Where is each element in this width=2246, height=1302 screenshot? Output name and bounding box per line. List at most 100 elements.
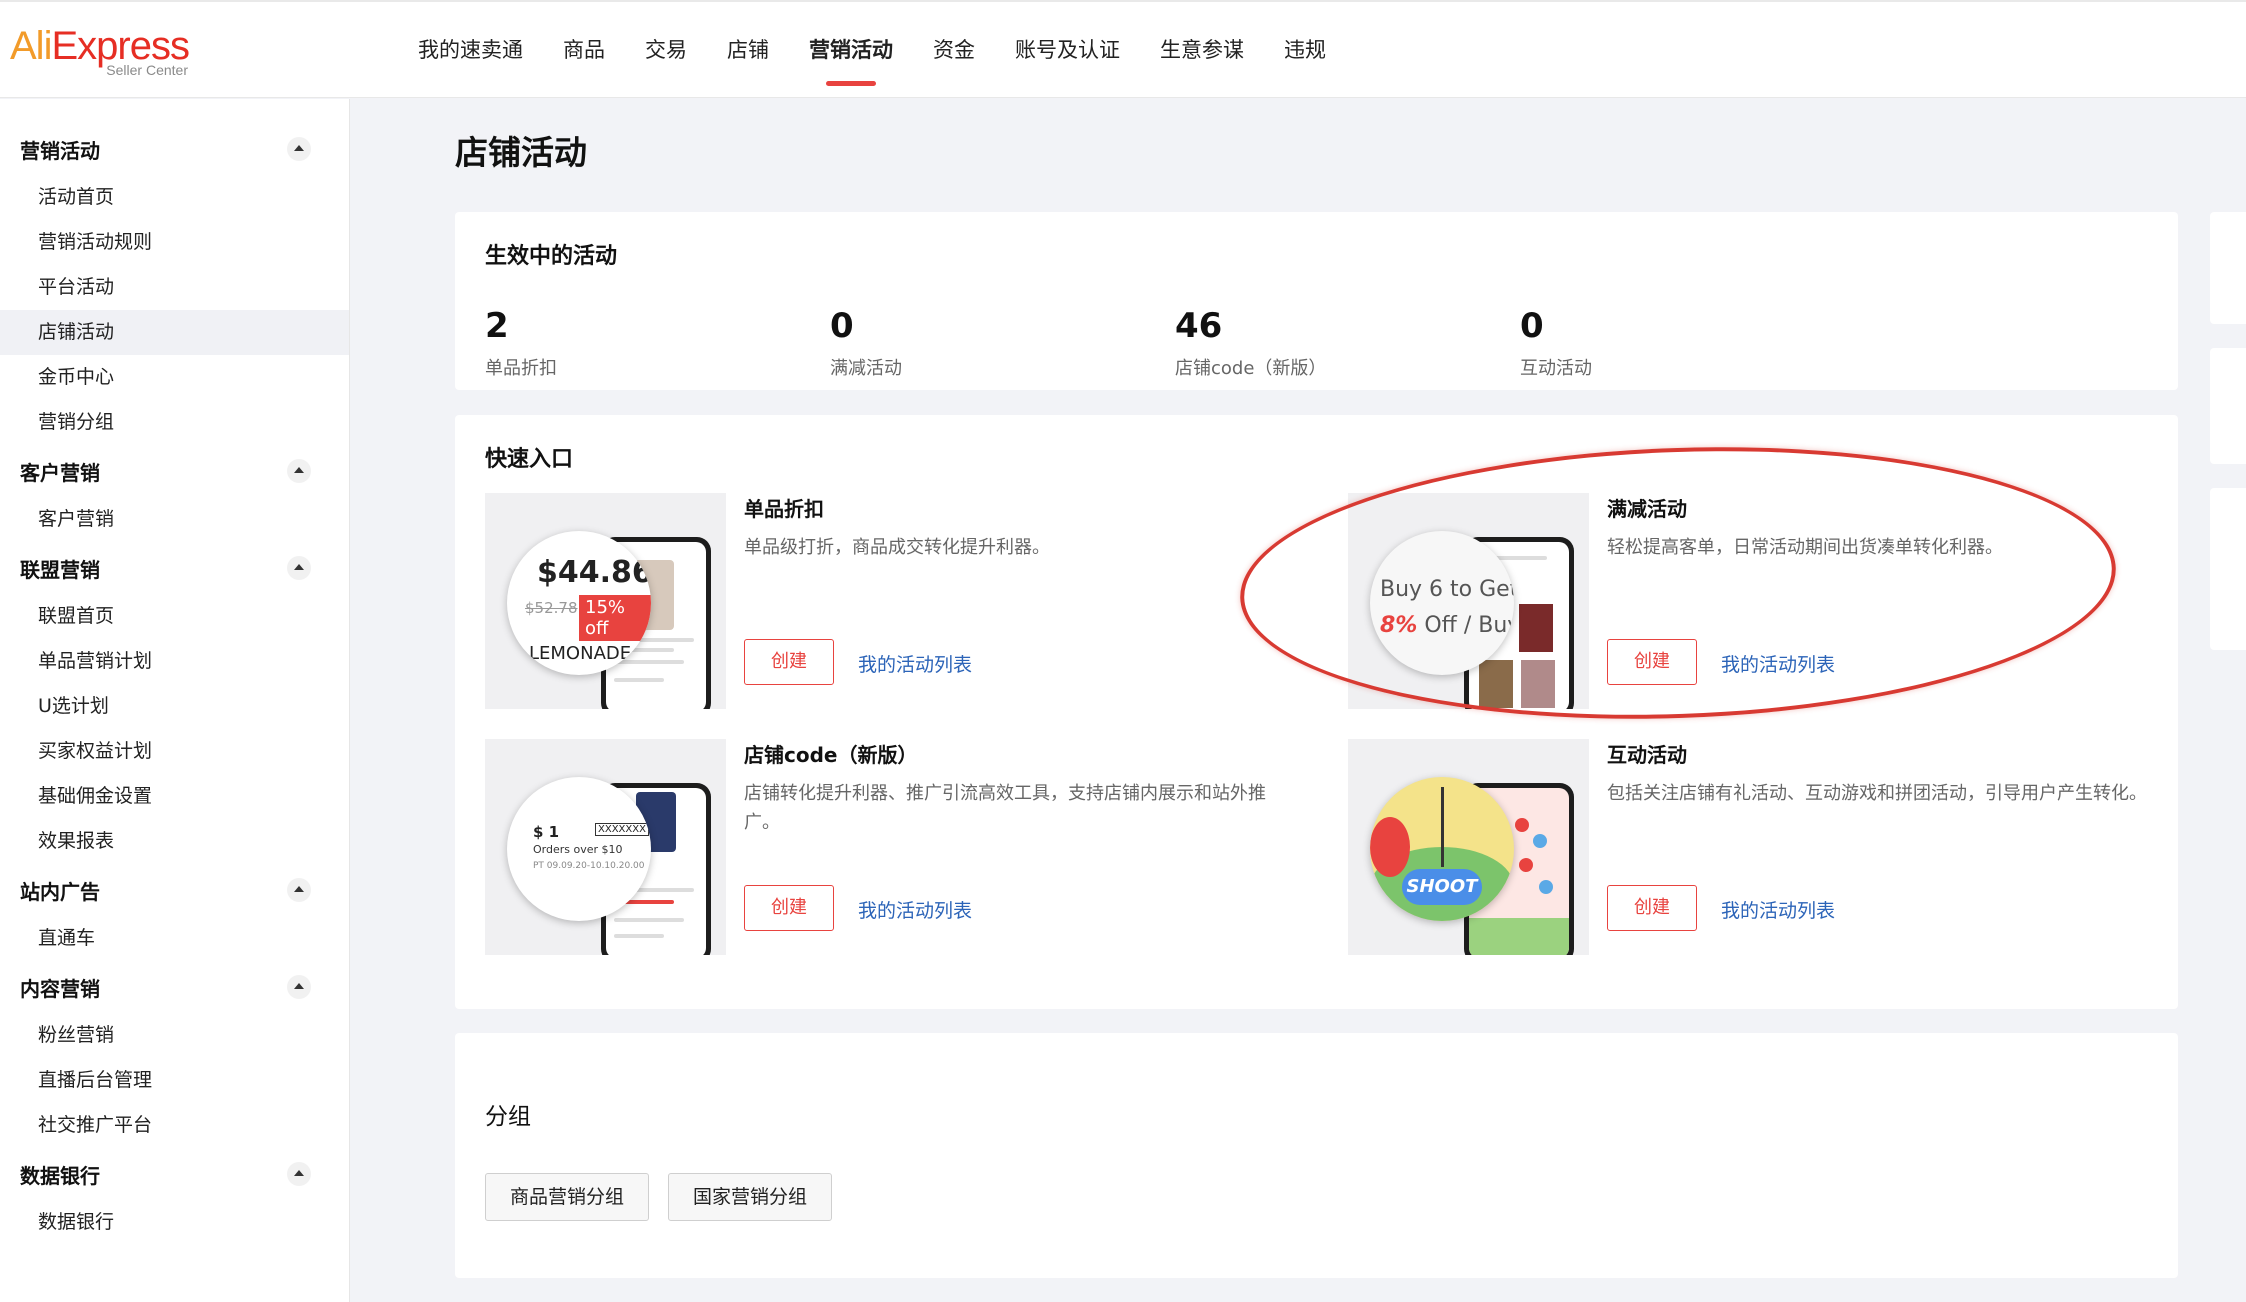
sidebar-item-data-bank[interactable]: 数据银行 bbox=[0, 1200, 349, 1245]
active-activities-title: 生效中的活动 bbox=[485, 244, 618, 269]
stat-value: 2 bbox=[485, 306, 509, 346]
sidebar-item-coin-center[interactable]: 金币中心 bbox=[0, 355, 349, 400]
stat-store-code[interactable]: 46 店铺code（新版） bbox=[1175, 306, 1326, 380]
grouping-card: 分组 商品营销分组 国家营销分组 bbox=[455, 1033, 2178, 1278]
page-title: 店铺活动 bbox=[455, 133, 587, 172]
stat-full-reduction[interactable]: 0 满减活动 bbox=[830, 306, 902, 380]
sidebar-group-label: 营销活动 bbox=[20, 138, 100, 163]
buy-get-magnifier: Buy 6 to Get 8% Off / Buy bbox=[1370, 531, 1514, 675]
logo-wordmark: AliExpress bbox=[10, 24, 190, 68]
sidebar-item-social-platform[interactable]: 社交推广平台 bbox=[0, 1103, 349, 1148]
country-marketing-group-button[interactable]: 国家营销分组 bbox=[668, 1173, 833, 1221]
quick-entry-full-reduction: Buy 6 to Get 8% Off / Buy 满减活动 轻松提高客单，日常… bbox=[1348, 493, 2168, 709]
sidebar-item-fan-marketing[interactable]: 粉丝营销 bbox=[0, 1013, 349, 1058]
sidebar-item-u-plan[interactable]: U选计划 bbox=[0, 684, 349, 729]
right-panel-card bbox=[2210, 212, 2246, 324]
stat-label: 店铺code（新版） bbox=[1175, 358, 1327, 379]
sidebar-group-label: 内容营销 bbox=[20, 976, 100, 1001]
stat-value: 0 bbox=[830, 306, 854, 346]
sidebar-group-marketing[interactable]: 营销活动 bbox=[0, 123, 349, 175]
create-store-code-button[interactable]: 创建 bbox=[744, 885, 834, 931]
collapse-caret-icon[interactable] bbox=[287, 137, 311, 161]
sidebar-item-commission-settings[interactable]: 基础佣金设置 bbox=[0, 774, 349, 819]
interactive-list-link[interactable]: 我的活动列表 bbox=[1721, 896, 1835, 923]
stat-value: 46 bbox=[1175, 306, 1223, 346]
thumb-coupon-amount: $ 1 bbox=[533, 823, 560, 841]
sidebar-item-direct-train[interactable]: 直通车 bbox=[0, 916, 349, 961]
main-nav: 我的速卖通 商品 交易 店铺 营销活动 资金 账号及认证 生意参谋 违规 bbox=[418, 2, 1366, 100]
entry-title: 单品折扣 bbox=[744, 497, 824, 521]
sidebar: 营销活动 活动首页 营销活动规则 平台活动 店铺活动 金币中心 营销分组 客户营… bbox=[0, 99, 350, 1302]
stat-value: 0 bbox=[1520, 306, 1544, 346]
sidebar-group-data-bank[interactable]: 数据银行 bbox=[0, 1148, 349, 1200]
thumb-brand: LEMONADE bbox=[529, 643, 632, 664]
stat-interactive[interactable]: 0 互动活动 bbox=[1520, 306, 1592, 380]
stat-label: 满减活动 bbox=[830, 358, 902, 379]
collapse-caret-icon[interactable] bbox=[287, 975, 311, 999]
collapse-caret-icon[interactable] bbox=[287, 1162, 311, 1186]
aliexpress-logo[interactable]: AliExpress Seller Center bbox=[10, 26, 200, 78]
full-reduction-list-link[interactable]: 我的活动列表 bbox=[1721, 650, 1835, 677]
quick-entry-title: 快速入口 bbox=[485, 447, 574, 472]
single-discount-list-link[interactable]: 我的活动列表 bbox=[858, 650, 972, 677]
nav-item-violations[interactable]: 违规 bbox=[1284, 2, 1326, 100]
nav-item-products[interactable]: 商品 bbox=[563, 2, 605, 100]
quick-entry-single-discount: $44.86 $52.78 15% off LEMONADE 单品折扣 单品级打… bbox=[485, 493, 1305, 709]
top-bar: AliExpress Seller Center 我的速卖通 商品 交易 店铺 … bbox=[0, 0, 2246, 98]
grouping-title: 分组 bbox=[485, 1104, 531, 1130]
shoot-game-magnifier: SHOOT bbox=[1370, 777, 1514, 921]
price-magnifier: $44.86 $52.78 15% off LEMONADE bbox=[507, 531, 651, 675]
sidebar-item-activity-home[interactable]: 活动首页 bbox=[0, 175, 349, 220]
nav-item-funds[interactable]: 资金 bbox=[933, 2, 975, 100]
thumb-price: $44.86 bbox=[537, 555, 651, 590]
thumb-old-price: $52.78 bbox=[525, 599, 578, 617]
sidebar-group-customer-marketing[interactable]: 客户营销 bbox=[0, 445, 349, 497]
nav-item-account[interactable]: 账号及认证 bbox=[1015, 2, 1120, 100]
sidebar-group-onsite-ads[interactable]: 站内广告 bbox=[0, 864, 349, 916]
entry-description: 轻松提高客单，日常活动期间出货凑单转化利器。 bbox=[1607, 537, 2003, 558]
sidebar-item-customer-marketing[interactable]: 客户营销 bbox=[0, 497, 349, 542]
create-interactive-button[interactable]: 创建 bbox=[1607, 885, 1697, 931]
sidebar-item-marketing-rules[interactable]: 营销活动规则 bbox=[0, 220, 349, 265]
sidebar-group-label: 数据银行 bbox=[20, 1163, 100, 1188]
quick-entry-card: 快速入口 $44.86 $52.78 15% off LEMONADE 单品折扣… bbox=[455, 415, 2178, 1009]
active-activities-card: 生效中的活动 2 单品折扣 0 满减活动 46 店铺code（新版） 0 互动活… bbox=[455, 212, 2178, 390]
nav-item-store[interactable]: 店铺 bbox=[727, 2, 769, 100]
thumb-shoot-label: SHOOT bbox=[1402, 869, 1482, 905]
sidebar-item-store-activity[interactable]: 店铺活动 bbox=[0, 310, 349, 355]
entry-title: 互动活动 bbox=[1607, 743, 1687, 767]
sidebar-group-content-marketing[interactable]: 内容营销 bbox=[0, 961, 349, 1013]
sidebar-item-live-admin[interactable]: 直播后台管理 bbox=[0, 1058, 349, 1103]
sidebar-item-buyer-rights-plan[interactable]: 买家权益计划 bbox=[0, 729, 349, 774]
store-code-list-link[interactable]: 我的活动列表 bbox=[858, 896, 972, 923]
collapse-caret-icon[interactable] bbox=[287, 459, 311, 483]
product-marketing-group-button[interactable]: 商品营销分组 bbox=[485, 1173, 650, 1221]
stat-label: 单品折扣 bbox=[485, 358, 557, 379]
right-panel-card bbox=[2210, 488, 2246, 650]
full-reduction-thumbnail: Buy 6 to Get 8% Off / Buy bbox=[1348, 493, 1589, 709]
sidebar-item-product-plan[interactable]: 单品营销计划 bbox=[0, 639, 349, 684]
entry-title: 满减活动 bbox=[1607, 497, 1687, 521]
nav-item-business-advisor[interactable]: 生意参谋 bbox=[1160, 2, 1244, 100]
sidebar-item-affiliate-home[interactable]: 联盟首页 bbox=[0, 594, 349, 639]
thumb-coupon-condition: Orders over $10 bbox=[533, 843, 623, 856]
sidebar-group-affiliate[interactable]: 联盟营销 bbox=[0, 542, 349, 594]
nav-item-orders[interactable]: 交易 bbox=[645, 2, 687, 100]
sidebar-group-label: 联盟营销 bbox=[20, 557, 100, 582]
sidebar-group-label: 站内广告 bbox=[20, 879, 100, 904]
quick-entry-interactive: SHOOT 互动活动 包括关注店铺有礼活动、互动游戏和拼团活动，引导用户产生转化… bbox=[1348, 739, 2168, 955]
thumb-buy-text: Buy 6 to Get bbox=[1380, 577, 1514, 602]
entry-description: 单品级打折，商品成交转化提升利器。 bbox=[744, 537, 1050, 558]
nav-item-marketing[interactable]: 营销活动 bbox=[809, 2, 893, 100]
collapse-caret-icon[interactable] bbox=[287, 878, 311, 902]
sidebar-item-platform-activity[interactable]: 平台活动 bbox=[0, 265, 349, 310]
create-single-discount-button[interactable]: 创建 bbox=[744, 639, 834, 685]
create-full-reduction-button[interactable]: 创建 bbox=[1607, 639, 1697, 685]
thumb-discount-badge: 15% off bbox=[579, 595, 651, 641]
sidebar-item-performance-report[interactable]: 效果报表 bbox=[0, 819, 349, 864]
nav-item-my-aliexpress[interactable]: 我的速卖通 bbox=[418, 2, 523, 100]
collapse-caret-icon[interactable] bbox=[287, 556, 311, 580]
thumb-off-text: 8% Off / Buy bbox=[1380, 613, 1514, 638]
stat-single-discount[interactable]: 2 单品折扣 bbox=[485, 306, 557, 380]
sidebar-item-marketing-groups[interactable]: 营销分组 bbox=[0, 400, 349, 445]
